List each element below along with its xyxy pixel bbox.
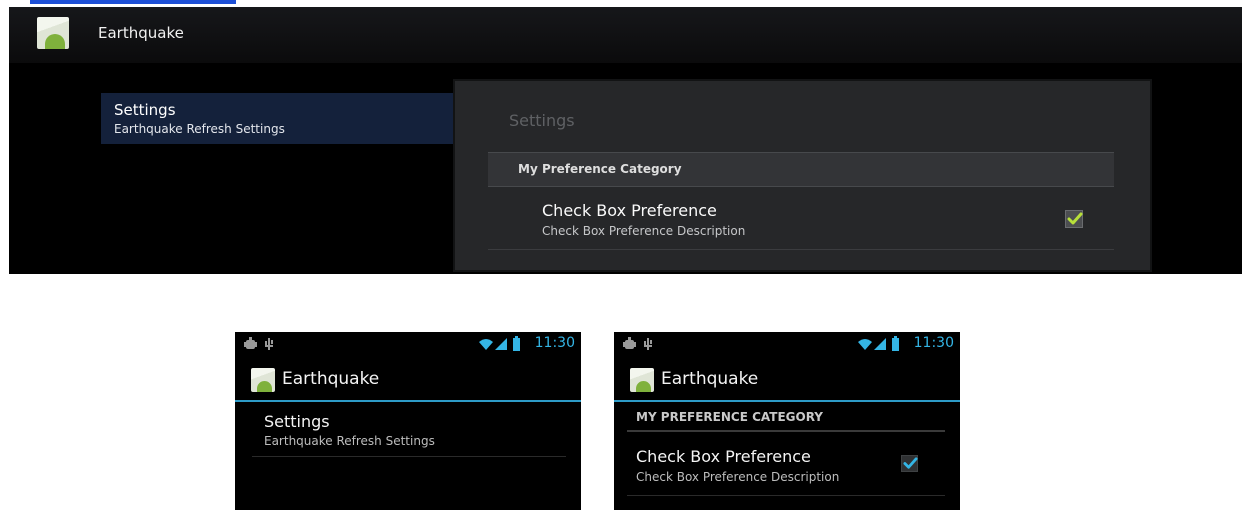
preference-divider [627,495,945,496]
settings-item-summary: Earthquake Refresh Settings [264,434,435,448]
debug-usb-icons [623,337,652,350]
checkbox-pref-title[interactable]: Check Box Preference [542,201,717,220]
settings-item-title[interactable]: Settings [264,412,330,431]
status-time: 11:30 [534,335,575,351]
pane-title: Settings [509,111,575,130]
phone-app-title: Earthquake [282,369,380,389]
header-summary: Earthquake Refresh Settings [114,122,285,136]
header-title: Settings [114,101,176,119]
category-divider [627,430,945,432]
wifi-signal-battery-icons [479,336,520,351]
status-bar: 11:30 [614,332,960,357]
tablet-action-bar: Earthquake [9,7,1242,63]
tablet-screenshot: Earthquake Settings Earthquake Refresh S… [9,7,1242,274]
checkbox-pref-summary: Check Box Preference Description [636,470,840,484]
phone-screenshot-preferences: 11:30 Earthquake MY PREFERENCE CATEGORY … [614,332,960,510]
preference-category: My Preference Category [488,153,1114,186]
category-bottom-divider [488,186,1114,187]
earthquake-app-icon[interactable] [630,368,654,392]
tablet-app-title: Earthquake [98,24,184,42]
earthquake-app-icon[interactable] [37,17,69,49]
list-divider [252,456,566,457]
preference-divider [488,249,1114,250]
settings-header-item[interactable]: Settings Earthquake Refresh Settings [101,93,453,144]
category-label: My Preference Category [518,162,682,176]
checkbox-pref-summary: Check Box Preference Description [542,224,746,238]
phone-screenshot-settings: 11:30 Earthquake Settings Earthquake Ref… [235,332,581,510]
preference-category: MY PREFERENCE CATEGORY [636,410,823,424]
checkmark-icon [903,457,918,469]
wifi-signal-battery-icons [858,336,899,351]
earthquake-app-icon[interactable] [251,368,275,392]
checkmark-icon [1067,212,1083,225]
debug-usb-icons [244,337,273,350]
phone-app-title: Earthquake [661,369,759,389]
checkbox-preference[interactable] [1065,210,1083,228]
action-bar-underline [614,400,960,402]
status-time: 11:30 [913,335,954,351]
top-link-underline [30,0,236,4]
checkbox-preference[interactable] [901,455,918,472]
preference-pane: Settings My Preference Category Check Bo… [453,79,1152,272]
checkbox-pref-title[interactable]: Check Box Preference [636,447,811,466]
action-bar-underline [235,400,581,402]
status-bar: 11:30 [235,332,581,357]
